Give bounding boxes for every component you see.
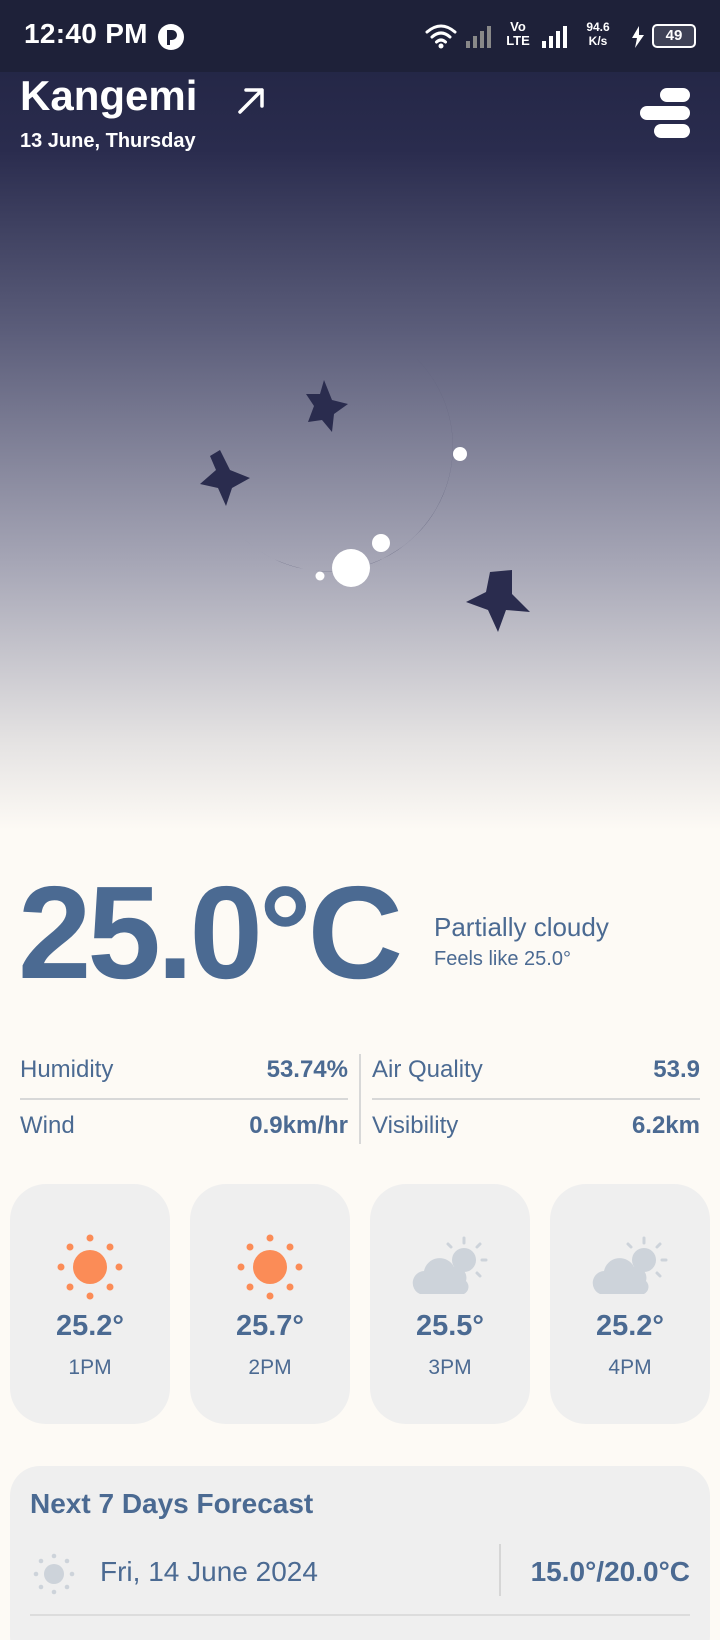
crescent-moon-icon <box>240 358 453 572</box>
volte-indicator: Vo LTE <box>500 20 536 48</box>
city-name[interactable]: Kangemi <box>20 72 197 120</box>
humidity-label: Humidity <box>20 1056 114 1083</box>
hourly-temp: 25.2° <box>595 1310 665 1342</box>
divider <box>372 1098 700 1100</box>
divider <box>499 1544 501 1596</box>
app-notification-icon <box>158 24 184 50</box>
star-icon <box>466 570 530 632</box>
star-icon <box>200 450 250 506</box>
wind-label: Wind <box>20 1112 75 1139</box>
star-icon <box>306 380 348 432</box>
wifi-icon <box>425 24 457 49</box>
humidity-value: 53.74% <box>266 1056 348 1083</box>
forecast-title: Next 7 Days Forecast <box>30 1488 314 1519</box>
visibility-value: 6.2km <box>631 1112 700 1139</box>
hourly-temp: 25.2° <box>55 1310 125 1342</box>
hourly-card[interactable]: 25.7° 2PM <box>190 1184 350 1424</box>
network-speed-value: 94.6 <box>586 20 610 34</box>
feels-like: Feels like 25.0° <box>434 948 571 970</box>
hourly-time: 2PM <box>248 1356 292 1379</box>
status-bar: 12:40 PM Vo LTE 94.6 K/s 49 <box>0 0 720 72</box>
sun-icon <box>33 1553 75 1595</box>
battery-indicator: 49 <box>652 24 696 48</box>
volte-line2: LTE <box>506 33 530 48</box>
hourly-card[interactable]: 25.2° 1PM <box>10 1184 170 1424</box>
partly-cloudy-icon <box>592 1236 668 1294</box>
divider <box>20 1098 348 1100</box>
forecast-temps: 15.0°/20.0°C <box>530 1556 690 1587</box>
hourly-temp: 25.5° <box>415 1310 485 1342</box>
menu-icon[interactable] <box>640 86 692 140</box>
hourly-card[interactable]: 25.5° 3PM <box>370 1184 530 1424</box>
wind-value: 0.9km/hr <box>249 1112 348 1139</box>
hourly-time: 3PM <box>428 1356 472 1379</box>
partly-cloudy-icon <box>412 1236 488 1294</box>
night-moon-illustration <box>200 358 530 632</box>
network-speed: 94.6 K/s <box>576 20 620 48</box>
network-speed-unit: K/s <box>588 34 608 48</box>
forecast-date: Fri, 14 June 2024 <box>100 1556 318 1587</box>
hourly-card[interactable]: 25.2° 4PM <box>550 1184 710 1424</box>
divider <box>30 1614 690 1616</box>
charging-icon <box>632 26 644 48</box>
status-time: 12:40 PM <box>24 18 148 49</box>
volte-line1: Vo <box>510 19 526 34</box>
status-icons: Vo LTE 94.6 K/s 49 <box>396 16 696 56</box>
current-temperature: 25.0°C <box>18 859 403 1006</box>
divider <box>359 1054 361 1144</box>
air-quality-value: 53.9 <box>653 1056 700 1083</box>
visibility-label: Visibility <box>372 1112 459 1139</box>
hourly-time: 4PM <box>608 1356 652 1379</box>
air-quality-label: Air Quality <box>372 1056 483 1083</box>
sun-icon <box>237 1234 303 1300</box>
hourly-time: 1PM <box>68 1356 112 1379</box>
forecast-panel: Next 7 Days Forecast Fri, 14 June 2024 1… <box>10 1466 710 1640</box>
hourly-temp: 25.7° <box>235 1310 305 1342</box>
sun-icon <box>57 1234 123 1300</box>
arrow-up-right-icon[interactable] <box>234 84 268 118</box>
signal-sim1-icon <box>466 26 491 48</box>
weather-condition: Partially cloudy <box>434 912 609 942</box>
signal-sim2-icon <box>542 26 567 48</box>
current-date: 13 June, Thursday <box>20 130 196 152</box>
